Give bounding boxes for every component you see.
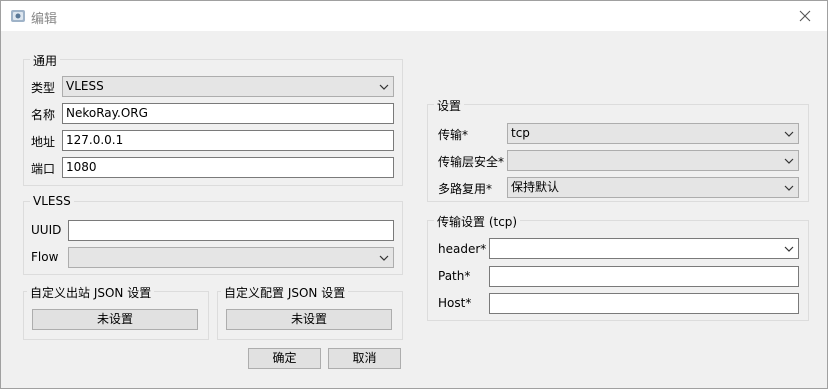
vless-group: VLESS UUID Flow (23, 194, 403, 275)
edit-dialog: 编辑 通用 类型 VLESS 名称 NekoRay.ORG 地址 127.0.0… (0, 0, 828, 389)
chevron-down-icon (379, 84, 389, 90)
chevron-down-icon (784, 131, 794, 137)
host-label: Host* (438, 296, 472, 310)
close-icon (799, 10, 811, 22)
custom-config-group: 自定义配置 JSON 设置 未设置 (217, 284, 403, 340)
vless-group-title: VLESS (30, 194, 74, 208)
mux-label: 多路复用* (438, 182, 493, 196)
close-button[interactable] (783, 1, 827, 31)
flow-label: Flow (31, 250, 59, 264)
port-label: 端口 (31, 162, 56, 176)
custom-outbound-group: 自定义出站 JSON 设置 未设置 (23, 284, 209, 340)
uuid-input[interactable] (68, 220, 394, 241)
type-select-value: VLESS (66, 79, 104, 93)
custom-outbound-title: 自定义出站 JSON 设置 (27, 284, 155, 301)
app-logo-icon (11, 10, 25, 22)
type-select[interactable]: VLESS (62, 76, 394, 97)
general-group: 通用 类型 VLESS 名称 NekoRay.ORG 地址 127.0.0.1 … (23, 52, 403, 186)
transport-select[interactable]: tcp (507, 123, 799, 144)
ok-button[interactable]: 确定 (248, 348, 321, 369)
mux-select[interactable]: 保持默认 (507, 177, 799, 198)
header-label: header* (438, 242, 487, 256)
title-bar: 编辑 (1, 1, 827, 31)
header-select[interactable] (489, 238, 799, 259)
general-group-title: 通用 (30, 52, 61, 69)
flow-select[interactable] (68, 247, 394, 268)
transport-label: 传输* (438, 128, 469, 142)
path-input[interactable] (489, 266, 799, 287)
transport-select-value: tcp (511, 126, 530, 140)
cancel-button[interactable]: 取消 (328, 348, 401, 369)
host-input[interactable] (489, 293, 799, 314)
transport-settings-group: 传输设置 (tcp) header* Path* Host* (427, 213, 809, 321)
path-label: Path* (438, 269, 471, 283)
window-title: 编辑 (31, 12, 58, 27)
security-select[interactable] (507, 150, 799, 171)
chevron-down-icon (379, 255, 389, 261)
chevron-down-icon (784, 185, 794, 191)
custom-outbound-button[interactable]: 未设置 (32, 309, 198, 330)
port-input[interactable]: 1080 (62, 157, 394, 178)
security-label: 传输层安全* (438, 155, 505, 169)
name-input[interactable]: NekoRay.ORG (62, 103, 394, 124)
address-label: 地址 (31, 135, 56, 149)
custom-config-button[interactable]: 未设置 (226, 309, 392, 330)
transport-settings-title: 传输设置 (tcp) (434, 213, 521, 230)
settings-group: 设置 传输* tcp 传输层安全* 多路复用* 保持默认 (427, 97, 809, 202)
chevron-down-icon (784, 246, 794, 252)
mux-select-value: 保持默认 (511, 180, 560, 194)
settings-group-title: 设置 (434, 97, 465, 114)
custom-config-title: 自定义配置 JSON 设置 (221, 284, 349, 301)
name-label: 名称 (31, 108, 56, 122)
address-input[interactable]: 127.0.0.1 (62, 130, 394, 151)
uuid-label: UUID (31, 223, 62, 237)
type-label: 类型 (31, 81, 56, 95)
chevron-down-icon (784, 158, 794, 164)
